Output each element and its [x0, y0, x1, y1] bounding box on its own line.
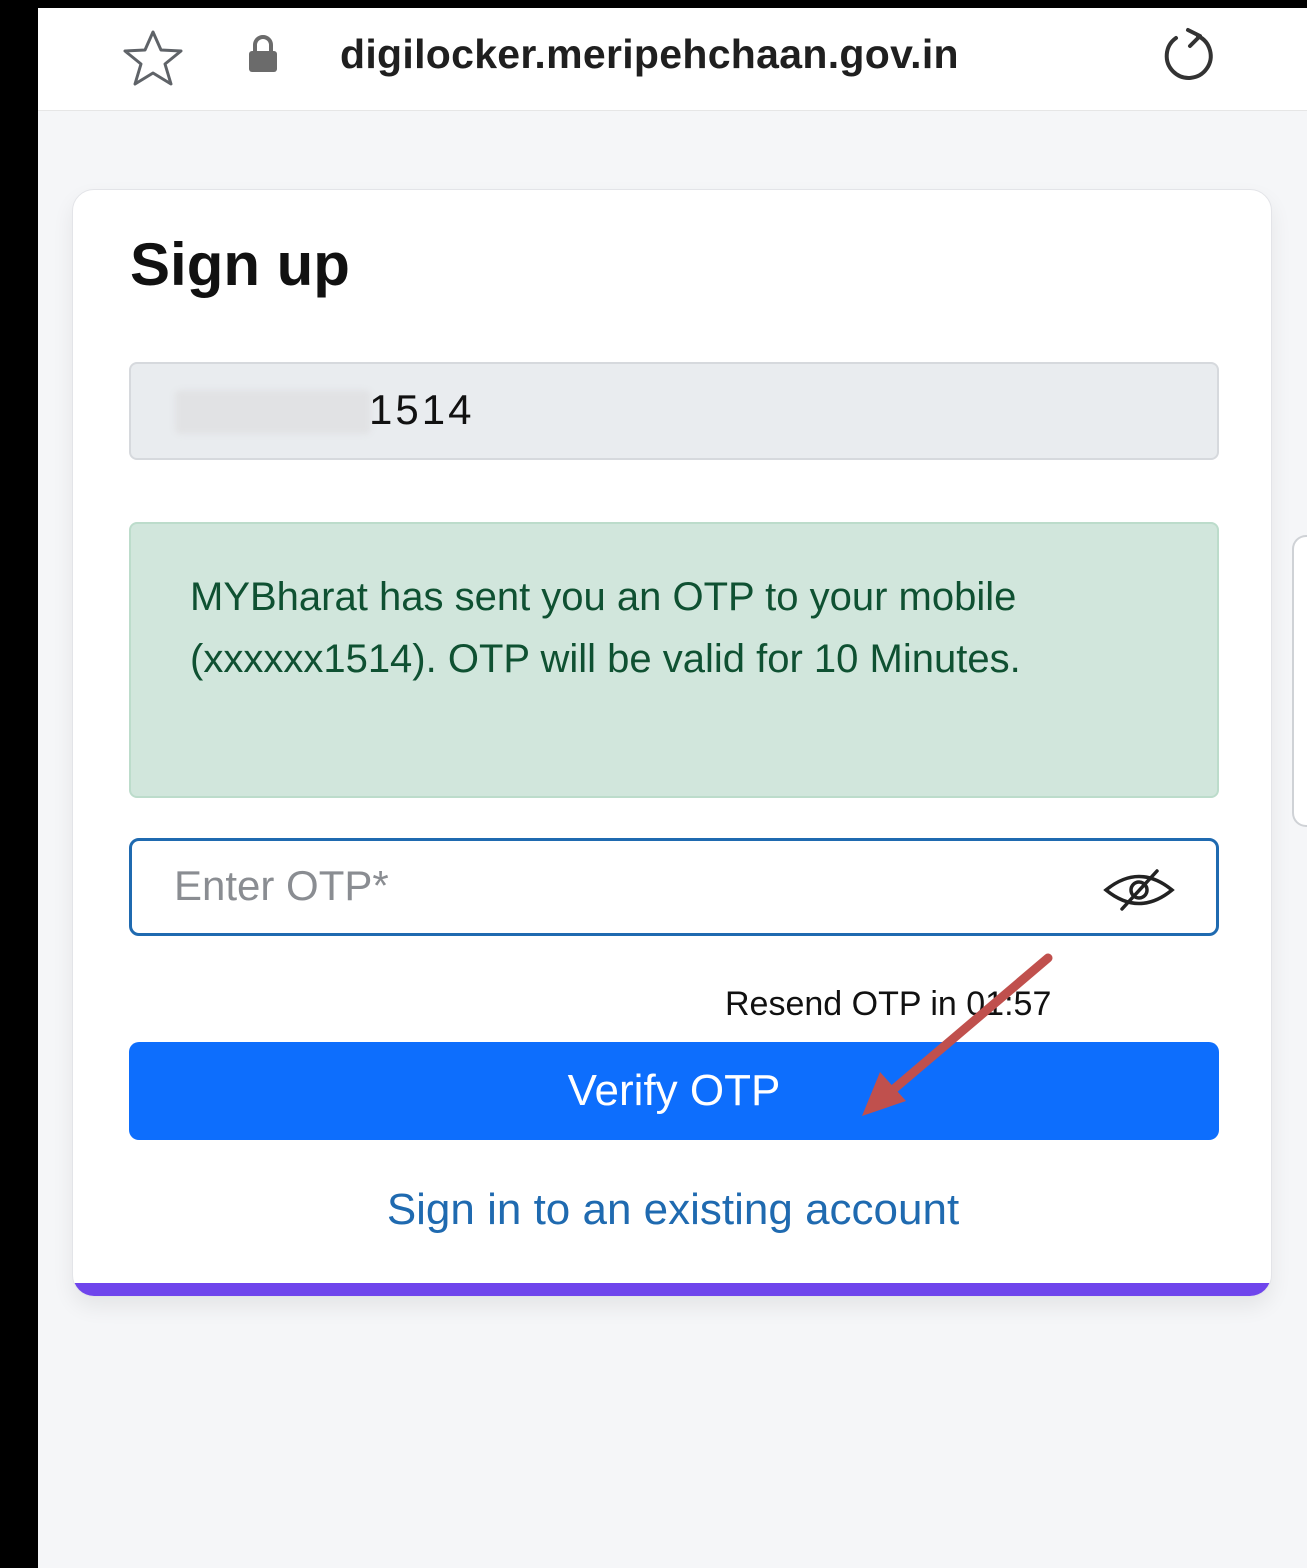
verify-otp-button[interactable]: Verify OTP: [129, 1042, 1219, 1140]
url-text[interactable]: digilocker.meripehchaan.gov.in: [340, 24, 959, 84]
signup-card: Sign up 1514 MYBharat has sent you an OT…: [72, 189, 1272, 1297]
alert-message: MYBharat has sent you an OTP to your mob…: [190, 575, 1021, 681]
resend-otp-timer: Resend OTP in 01:57: [725, 985, 1052, 1023]
frame-border-top: [0, 0, 1307, 8]
star-icon[interactable]: [118, 28, 188, 88]
screenshot-frame: digilocker.meripehchaan.gov.in Sign up 1…: [0, 0, 1307, 1568]
card-accent-bar: [73, 1283, 1271, 1296]
redacted-digits: [175, 390, 371, 434]
page-content: Sign up 1514 MYBharat has sent you an OT…: [38, 111, 1307, 1568]
mobile-number-field: 1514: [129, 362, 1219, 460]
signin-existing-account-link[interactable]: Sign in to an existing account: [73, 1185, 1271, 1235]
lock-icon[interactable]: [246, 34, 280, 74]
side-panel-handle[interactable]: [1292, 535, 1307, 827]
frame-border-left: [0, 0, 38, 1568]
otp-field[interactable]: [129, 838, 1219, 936]
otp-sent-alert: MYBharat has sent you an OTP to your mob…: [129, 522, 1219, 798]
browser-address-bar: digilocker.meripehchaan.gov.in: [38, 8, 1307, 111]
eye-slash-icon[interactable]: [1102, 869, 1176, 911]
reload-icon[interactable]: [1158, 24, 1220, 86]
mobile-number-value: 1514: [369, 386, 475, 433]
page-title: Sign up: [130, 231, 350, 298]
otp-input[interactable]: [174, 855, 1074, 917]
